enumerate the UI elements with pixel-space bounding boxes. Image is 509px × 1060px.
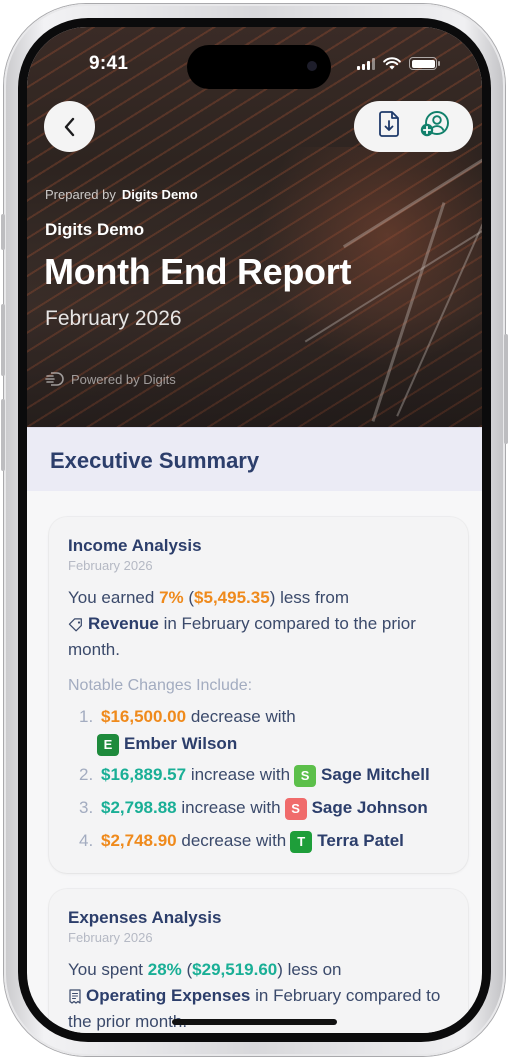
prepared-by: Prepared by Digits Demo	[45, 187, 198, 202]
status-time: 9:41	[89, 53, 129, 74]
company-name: Digits Demo	[45, 220, 145, 239]
revenue-category: Revenue	[88, 614, 159, 633]
income-amount: $5,495.35	[194, 588, 270, 607]
prepared-by-label: Prepared by	[45, 187, 116, 202]
battery-icon	[409, 57, 440, 70]
chevron-left-icon	[64, 117, 74, 136]
party-avatar: S	[284, 797, 307, 820]
prepared-by-name: Digits Demo	[121, 187, 198, 202]
change-amount: $2,798.88	[101, 798, 177, 817]
expenses-analysis-card[interactable]: Expenses Analysis February 2026 You spen…	[49, 889, 468, 1033]
expenses-amount: $29,519.60	[192, 960, 278, 979]
digits-logo-icon	[45, 372, 64, 386]
phone-frame: 9:41 Prepared by Digits Demo Digits Demo…	[1, 4, 508, 1056]
party-name: Sage Johnson	[311, 798, 428, 817]
dynamic-island	[187, 45, 331, 89]
change-item[interactable]: 3. $2,798.88 increase with S Sage Johnson	[79, 795, 428, 821]
party-name: Ember Wilson	[124, 734, 238, 753]
card-period: February 2026	[68, 558, 153, 573]
powered-by: Powered by Digits	[45, 371, 176, 387]
change-amount: $16,889.57	[101, 765, 187, 784]
summary-text: ) less on	[277, 960, 342, 979]
wifi-icon	[383, 57, 401, 70]
download-pdf-button[interactable]	[377, 110, 401, 143]
summary-text: (	[183, 588, 195, 607]
income-summary: You earned 7% ($5,495.35) less from Reve…	[68, 585, 458, 663]
change-item[interactable]: 4. $2,748.90 decrease with T Terra Patel	[79, 828, 404, 854]
share-report-button[interactable]	[420, 110, 450, 143]
powered-by-text: Powered by Digits	[71, 371, 176, 387]
change-item[interactable]: 2. $16,889.57 increase with S Sage Mitchell	[79, 762, 430, 788]
summary-text: (	[181, 960, 193, 979]
card-title: Expenses Analysis	[68, 908, 222, 927]
page-title: Month End Report	[44, 251, 352, 292]
income-analysis-card[interactable]: Income Analysis February 2026 You earned…	[49, 517, 468, 873]
party-name: Sage Mitchell	[321, 765, 430, 784]
change-party[interactable]: E Ember Wilson	[97, 731, 237, 757]
receipt-icon	[69, 989, 81, 1004]
change-text: decrease with	[176, 831, 287, 850]
action-button	[1, 214, 5, 250]
card-period: February 2026	[68, 930, 153, 945]
document-download-icon	[379, 111, 400, 137]
item-number: 3.	[79, 798, 94, 817]
summary-text: ) less from	[269, 588, 350, 607]
change-amount: $16,500.00	[101, 707, 187, 726]
camera-icon	[307, 61, 317, 71]
revenue-link[interactable]: Revenue	[68, 614, 159, 633]
change-text: increase with	[186, 765, 291, 784]
cellular-signal-icon	[357, 57, 375, 70]
card-title: Income Analysis	[68, 536, 202, 555]
screen: 9:41 Prepared by Digits Demo Digits Demo…	[27, 27, 482, 1033]
bezel: 9:41 Prepared by Digits Demo Digits Demo…	[18, 18, 491, 1042]
party-name: Terra Patel	[317, 831, 404, 850]
item-number: 4.	[79, 831, 94, 850]
income-percent: 7%	[159, 588, 184, 607]
notable-changes-label: Notable Changes Include:	[68, 677, 253, 694]
section-header: Executive Summary	[27, 427, 482, 491]
report-period: February 2026	[45, 307, 182, 330]
item-number: 1.	[79, 707, 94, 726]
status-icons	[357, 57, 440, 70]
party-avatar: E	[97, 733, 119, 756]
summary-text: You spent	[68, 960, 148, 979]
expenses-percent: 28%	[147, 960, 182, 979]
back-button[interactable]	[44, 101, 95, 152]
operating-expenses-link[interactable]: Operating Expenses	[68, 986, 250, 1005]
item-number: 2.	[79, 765, 94, 784]
change-text: increase with	[176, 798, 281, 817]
home-indicator[interactable]	[172, 1019, 337, 1025]
change-text: decrease with	[186, 707, 296, 726]
party-avatar: T	[290, 830, 313, 853]
change-amount: $2,748.90	[101, 831, 177, 850]
summary-text: You earned	[68, 588, 160, 607]
volume-down-button	[1, 399, 5, 471]
tag-icon	[68, 617, 82, 631]
power-button	[504, 334, 508, 444]
header-actions	[354, 101, 473, 152]
change-item: 1. $16,500.00 decrease with	[79, 704, 296, 730]
party-avatar: S	[294, 764, 317, 787]
add-user-icon	[420, 111, 449, 137]
section-title: Executive Summary	[50, 448, 260, 473]
expenses-category: Operating Expenses	[86, 986, 251, 1005]
volume-up-button	[1, 304, 5, 376]
